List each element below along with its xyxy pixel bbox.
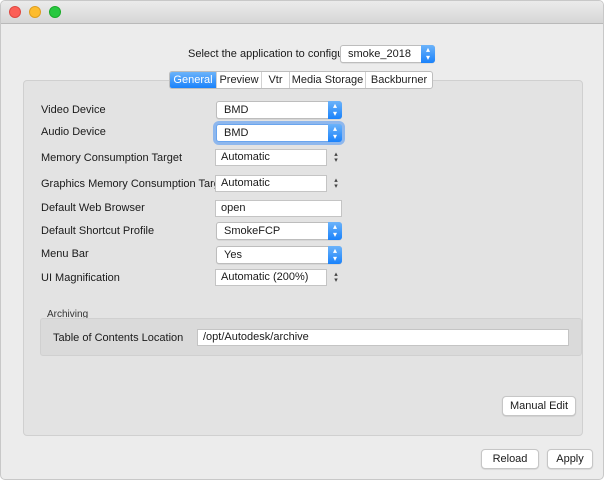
menu-bar-dropdown[interactable]: Yes ▴ ▾	[216, 246, 342, 264]
settings-tabs: General Preview Vtr Media Storage Backbu…	[169, 71, 433, 89]
stepper-arrows-icon[interactable]: ▴ ▾	[331, 175, 341, 192]
app-select-value: smoke_2018	[348, 48, 411, 60]
app-select-dropdown[interactable]: smoke_2018 ▴ ▾	[340, 45, 435, 63]
stepper-arrows-icon[interactable]: ▴ ▾	[331, 269, 341, 286]
shortcut-profile-value: SmokeFCP	[224, 225, 281, 237]
memory-target-label: Memory Consumption Target	[41, 152, 183, 164]
audio-device-label: Audio Device	[41, 126, 106, 138]
menu-bar-label: Menu Bar	[41, 248, 89, 260]
memory-target-field[interactable]: Automatic	[215, 149, 327, 166]
ui-magnification-field[interactable]: Automatic (200%)	[215, 269, 327, 286]
stepper-arrows-icon[interactable]: ▴ ▾	[331, 149, 341, 166]
shortcut-profile-dropdown[interactable]: SmokeFCP ▴ ▾	[216, 222, 342, 240]
tab-media-storage[interactable]: Media Storage	[290, 72, 366, 88]
toc-location-field[interactable]: /opt/Autodesk/archive	[197, 329, 569, 346]
close-window-button[interactable]	[9, 6, 21, 18]
video-device-dropdown[interactable]: BMD ▴ ▾	[216, 101, 342, 119]
chevron-up-down-icon: ▴ ▾	[328, 124, 342, 142]
menu-bar-value: Yes	[224, 249, 242, 261]
web-browser-field[interactable]: open	[215, 200, 342, 217]
graphics-memory-target-field[interactable]: Automatic	[215, 175, 327, 192]
chevron-up-down-icon: ▴ ▾	[421, 45, 435, 63]
shortcut-profile-label: Default Shortcut Profile	[41, 225, 155, 237]
ui-magnification-label: UI Magnification	[41, 272, 120, 284]
audio-device-value: BMD	[224, 127, 249, 139]
zoom-window-button[interactable]	[49, 6, 61, 18]
tab-general[interactable]: General	[170, 72, 217, 88]
toc-location-label: Table of Contents Location	[53, 332, 184, 344]
apply-button[interactable]: Apply	[547, 449, 593, 469]
app-select-label: Select the application to configure	[188, 48, 354, 60]
video-device-label: Video Device	[41, 104, 106, 116]
preferences-window: Select the application to configure smok…	[0, 0, 604, 480]
graphics-memory-target-label: Graphics Memory Consumption Target	[41, 178, 230, 190]
chevron-up-down-icon: ▴ ▾	[328, 101, 342, 119]
tab-backburner[interactable]: Backburner	[366, 72, 432, 88]
minimize-window-button[interactable]	[29, 6, 41, 18]
title-bar	[1, 1, 603, 24]
reload-button[interactable]: Reload	[481, 449, 539, 469]
web-browser-label: Default Web Browser	[41, 202, 145, 214]
tab-preview[interactable]: Preview	[217, 72, 262, 88]
audio-device-dropdown[interactable]: BMD ▴ ▾	[216, 124, 342, 142]
video-device-value: BMD	[224, 104, 249, 116]
chevron-up-down-icon: ▴ ▾	[328, 246, 342, 264]
tab-vtr[interactable]: Vtr	[262, 72, 290, 88]
manual-edit-button[interactable]: Manual Edit	[502, 396, 576, 416]
chevron-up-down-icon: ▴ ▾	[328, 222, 342, 240]
